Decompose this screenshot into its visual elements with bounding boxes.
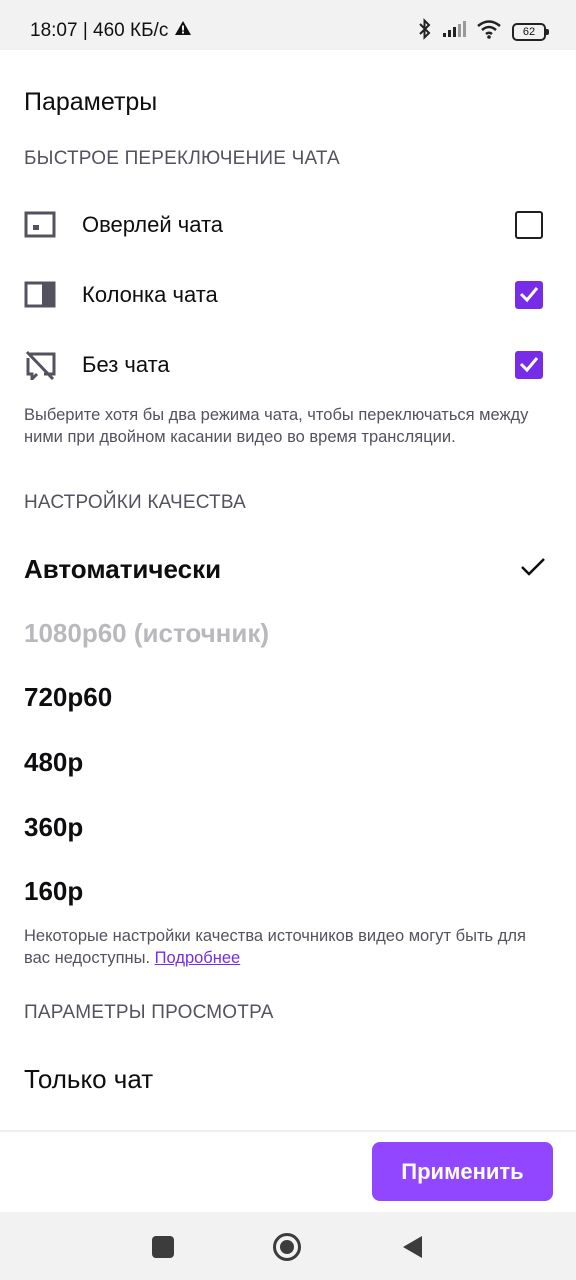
watch-option-label: Только чат: [24, 1064, 154, 1094]
warning-icon: [174, 20, 192, 42]
watch-option-chat-only[interactable]: Только чат: [0, 1052, 576, 1108]
quality-option-auto[interactable]: Автоматически: [0, 542, 576, 598]
battery-icon: 62: [512, 22, 549, 41]
apply-button[interactable]: Применить: [372, 1142, 553, 1201]
quality-option-160p[interactable]: 160p: [0, 864, 576, 920]
quality-option-label: 720p60: [24, 682, 113, 712]
system-nav-bar: [0, 1212, 576, 1280]
chat-switch-helper-text: Выберите хотя бы два режима чата, чтобы …: [24, 406, 529, 446]
section-header-quality: НАСТРОЙКИ КАЧЕСТВА: [24, 492, 246, 513]
chat-option-none[interactable]: Без чата: [0, 336, 576, 396]
quality-option-480p[interactable]: 480p: [0, 735, 576, 791]
home-icon[interactable]: [272, 1232, 302, 1262]
chat-overlay-icon: [24, 210, 58, 240]
chat-overlay-checkbox[interactable]: [515, 211, 543, 239]
status-right: 62: [418, 18, 549, 45]
chat-option-label: Без чата: [82, 352, 170, 377]
quality-option-label: 160p: [24, 876, 84, 906]
no-chat-icon: [24, 350, 58, 383]
quality-helper-text: Некоторые настройки качества источников …: [24, 925, 554, 969]
quality-option-label: 360p: [24, 812, 84, 842]
quality-option-1080p60: 1080p60 (источник): [0, 606, 576, 662]
status-time-speed: 18:07 | 460 КБ/с: [30, 20, 169, 41]
quality-option-label: 1080p60 (источник): [24, 618, 270, 648]
section-header-chat-switch: БЫСТРОЕ ПЕРЕКЛЮЧЕНИЕ ЧАТА: [24, 148, 340, 169]
footer-divider: [0, 1130, 576, 1132]
quality-option-label: Автоматически: [24, 554, 222, 584]
chat-option-label: Колонка чата: [82, 282, 218, 307]
page-title: Параметры: [24, 88, 158, 116]
wifi-icon: [476, 19, 502, 44]
chat-option-label: Оверлей чата: [82, 212, 224, 237]
chat-column-icon: [24, 280, 58, 310]
signal-icon: [442, 20, 466, 43]
selected-check-icon: [520, 556, 546, 583]
quality-option-label: 480p: [24, 747, 84, 777]
quality-option-720p60[interactable]: 720p60: [0, 670, 576, 726]
back-icon[interactable]: [398, 1232, 428, 1262]
no-chat-checkbox[interactable]: [515, 351, 543, 379]
section-header-watch: ПАРАМЕТРЫ ПРОСМОТРА: [24, 1002, 274, 1023]
recents-icon[interactable]: [148, 1232, 178, 1262]
learn-more-link[interactable]: Подробнее: [155, 949, 241, 967]
status-left: 18:07 | 460 КБ/с: [30, 20, 192, 42]
chat-column-checkbox[interactable]: [515, 281, 543, 309]
status-bar: 18:07 | 460 КБ/с 62: [0, 0, 576, 50]
quality-option-360p[interactable]: 360p: [0, 800, 576, 856]
quality-helper-body: Некоторые настройки качества источников …: [24, 927, 526, 967]
chat-option-column[interactable]: Колонка чата: [0, 266, 576, 326]
chat-option-overlay[interactable]: Оверлей чата: [0, 196, 576, 256]
bluetooth-icon: [418, 18, 432, 45]
